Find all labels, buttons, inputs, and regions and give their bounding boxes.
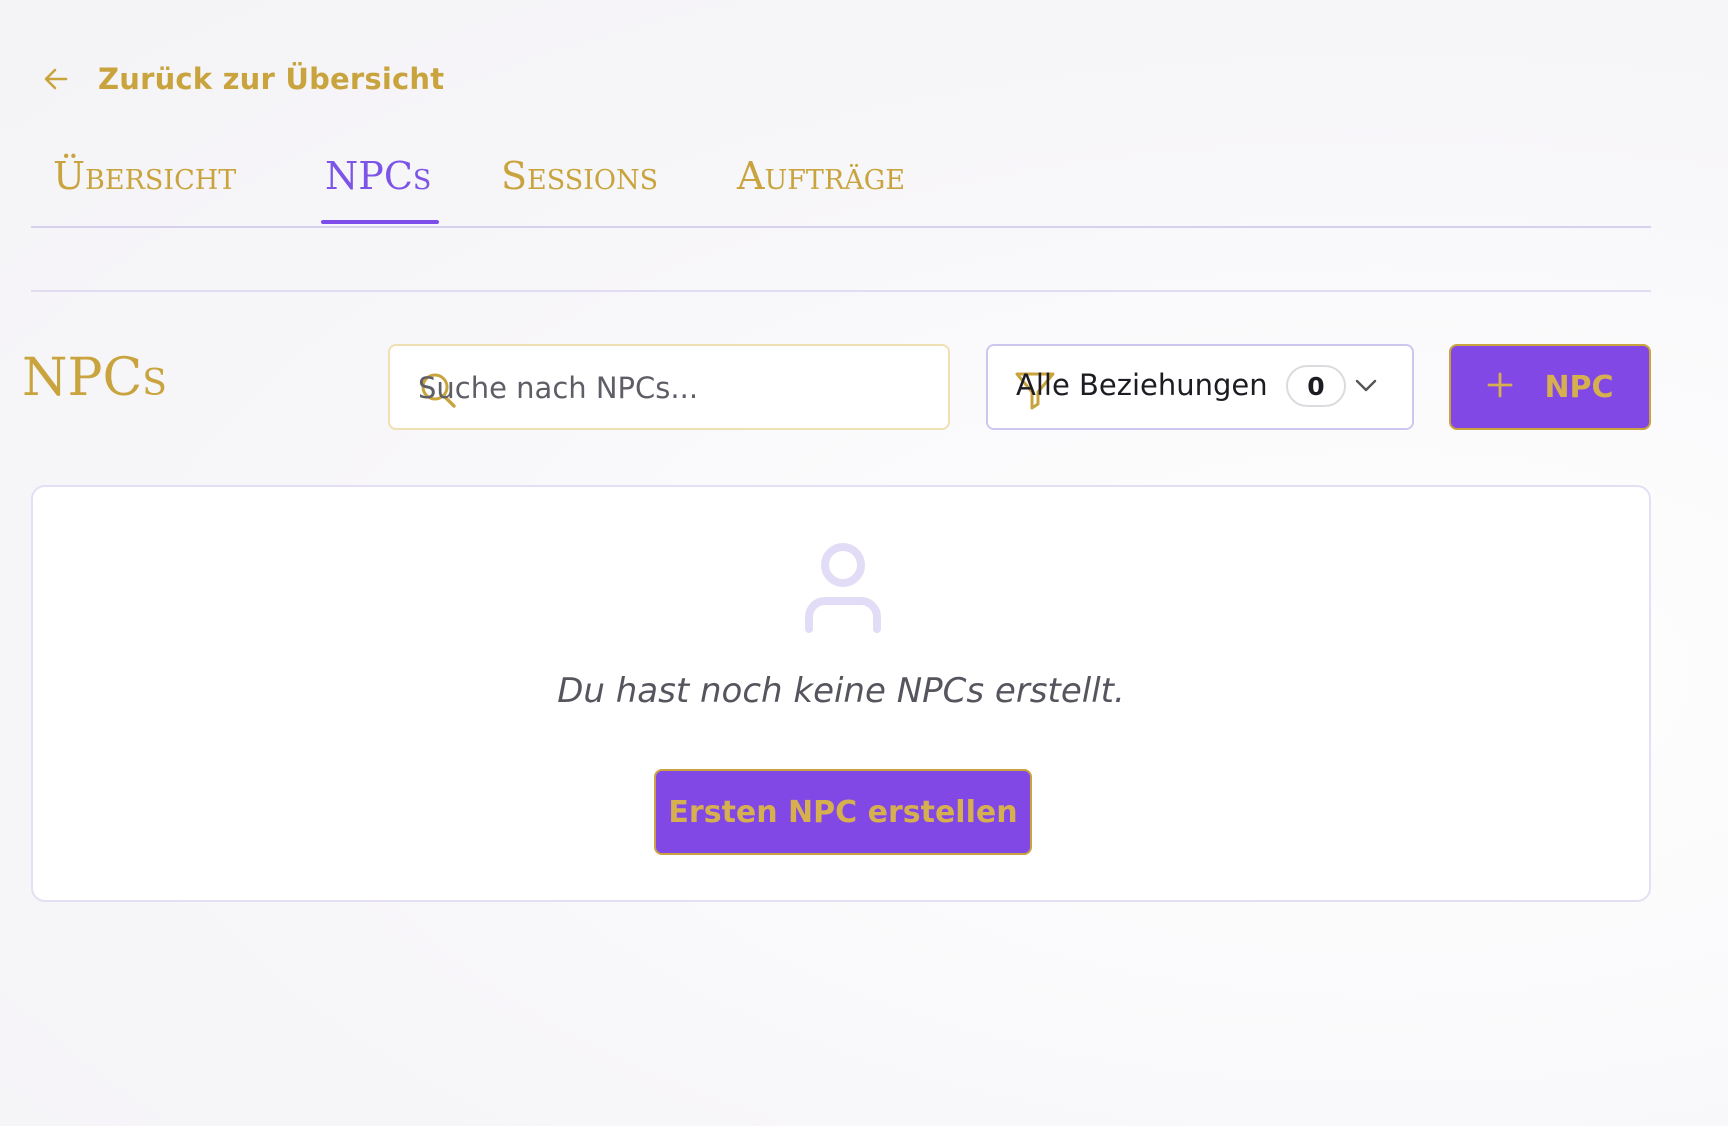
filter-count-badge: 0: [1286, 365, 1346, 407]
back-link-label: Zurück zur Übersicht: [98, 62, 445, 96]
relationship-filter-select[interactable]: Alle Beziehungen 0: [986, 344, 1414, 430]
tab-overview[interactable]: Übersicht: [53, 154, 236, 198]
add-npc-button[interactable]: NPC: [1449, 344, 1651, 430]
add-npc-label: NPC: [1544, 369, 1614, 405]
section-divider: [31, 290, 1651, 292]
section-title: NPCs: [22, 348, 167, 408]
plus-icon: [1486, 371, 1514, 403]
active-tab-indicator: [321, 220, 439, 224]
tab-sessions[interactable]: Sessions: [501, 154, 658, 198]
tab-npcs[interactable]: NPCs: [325, 154, 431, 198]
create-first-npc-button[interactable]: Ersten NPC erstellen: [654, 769, 1032, 855]
back-to-overview-link[interactable]: Zurück zur Übersicht: [42, 54, 444, 104]
tab-bar: Übersicht NPCs Sessions Aufträge: [31, 140, 1651, 228]
create-first-npc-label: Ersten NPC erstellen: [668, 794, 1018, 830]
npc-page: Zurück zur Übersicht Übersicht NPCs Sess…: [0, 0, 1728, 1126]
search-input[interactable]: [416, 346, 920, 430]
arrow-left-icon: [42, 65, 70, 93]
filter-label: Alle Beziehungen: [1016, 368, 1268, 402]
search-box: [388, 344, 950, 430]
tab-quests[interactable]: Aufträge: [737, 154, 905, 198]
user-icon: [803, 539, 883, 639]
empty-state-message: Du hast noch keine NPCs erstellt.: [557, 671, 1125, 711]
empty-state-card: Du hast noch keine NPCs erstellt. Ersten…: [31, 485, 1651, 902]
chevron-down-icon: [1354, 378, 1378, 398]
